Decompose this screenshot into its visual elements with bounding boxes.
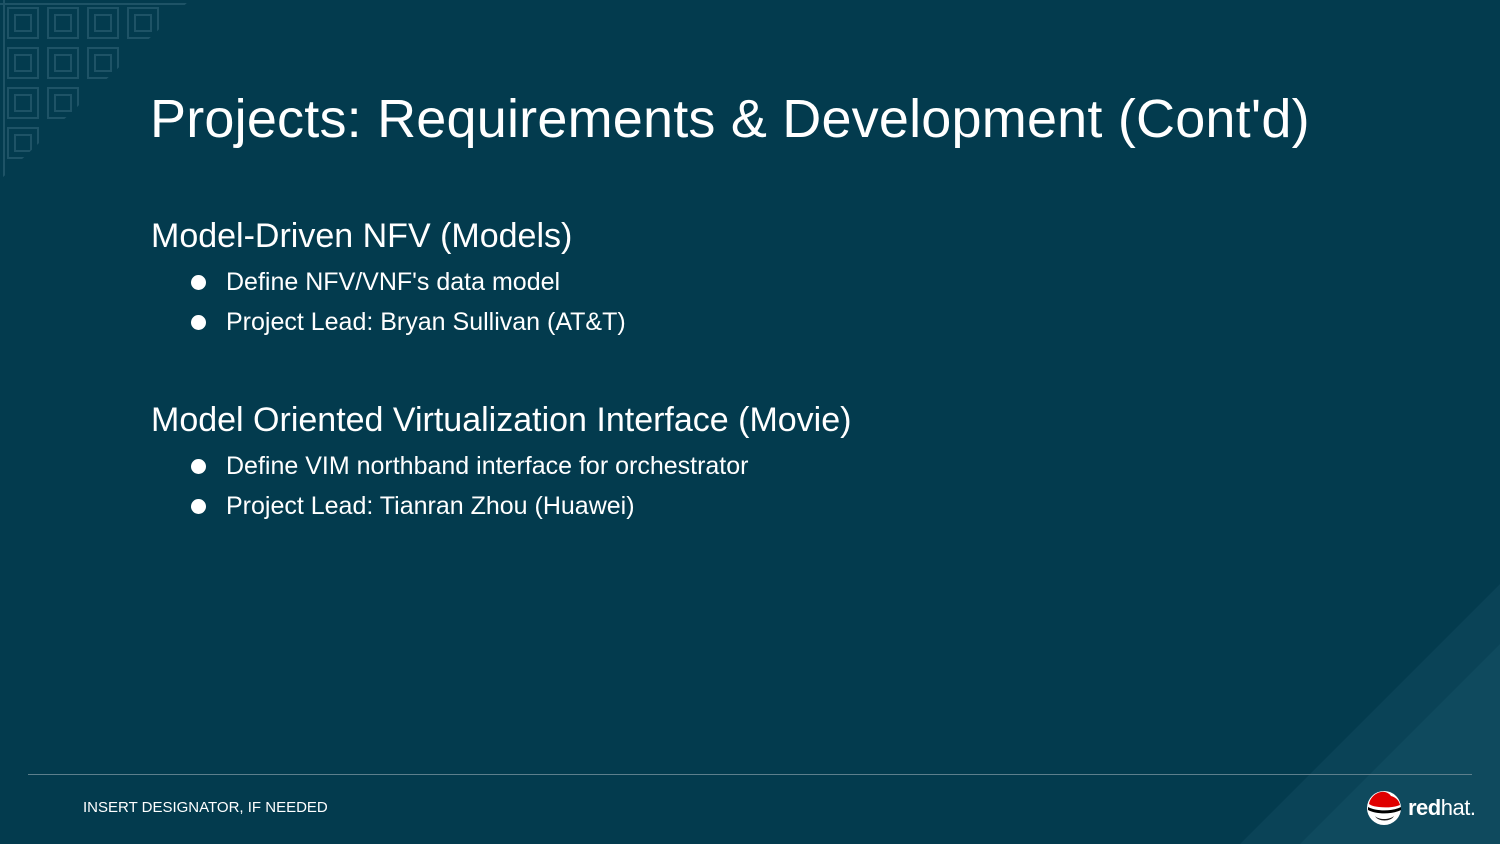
wordmark-light: hat. — [1440, 795, 1476, 820]
section-movie: Model Oriented Virtualization Interface … — [151, 400, 851, 526]
footer-designator: INSERT DESIGNATOR, IF NEEDED — [83, 799, 328, 816]
bullet-item: Project Lead: Tianran Zhou (Huawei) — [151, 486, 851, 526]
section-heading: Model-Driven NFV (Models) — [151, 217, 573, 255]
bullet-list: Define NFV/VNF's data model Project Lead… — [151, 262, 626, 342]
bullet-text: Define VIM northband interface for orche… — [226, 452, 749, 480]
bullet-text: Project Lead: Tianran Zhou (Huawei) — [226, 492, 635, 520]
footer-divider — [28, 774, 1472, 775]
bullet-item: Project Lead: Bryan Sullivan (AT&T) — [151, 302, 626, 342]
bullet-item: Define VIM northband interface for orche… — [151, 446, 851, 486]
bullet-list: Define VIM northband interface for orche… — [151, 446, 851, 526]
redhat-logo: redhat. — [1365, 788, 1476, 828]
bullet-dot-icon — [191, 315, 206, 330]
section-heading: Model Oriented Virtualization Interface … — [151, 401, 852, 439]
bullet-dot-icon — [191, 459, 206, 474]
bullet-dot-icon — [191, 275, 206, 290]
bullet-dot-icon — [191, 499, 206, 514]
redhat-shadowman-icon — [1367, 791, 1401, 825]
slide: Projects: Requirements & Development (Co… — [0, 0, 1500, 844]
bullet-text: Project Lead: Bryan Sullivan (AT&T) — [226, 308, 626, 336]
bullet-text: Define NFV/VNF's data model — [226, 268, 561, 296]
section-models: Model-Driven NFV (Models) Define NFV/VNF… — [151, 216, 626, 342]
wordmark-bold: red — [1408, 795, 1441, 820]
bullet-item: Define NFV/VNF's data model — [151, 262, 626, 302]
page-title: Projects: Requirements & Development (Co… — [150, 89, 1310, 149]
redhat-wordmark: redhat. — [1408, 795, 1476, 821]
